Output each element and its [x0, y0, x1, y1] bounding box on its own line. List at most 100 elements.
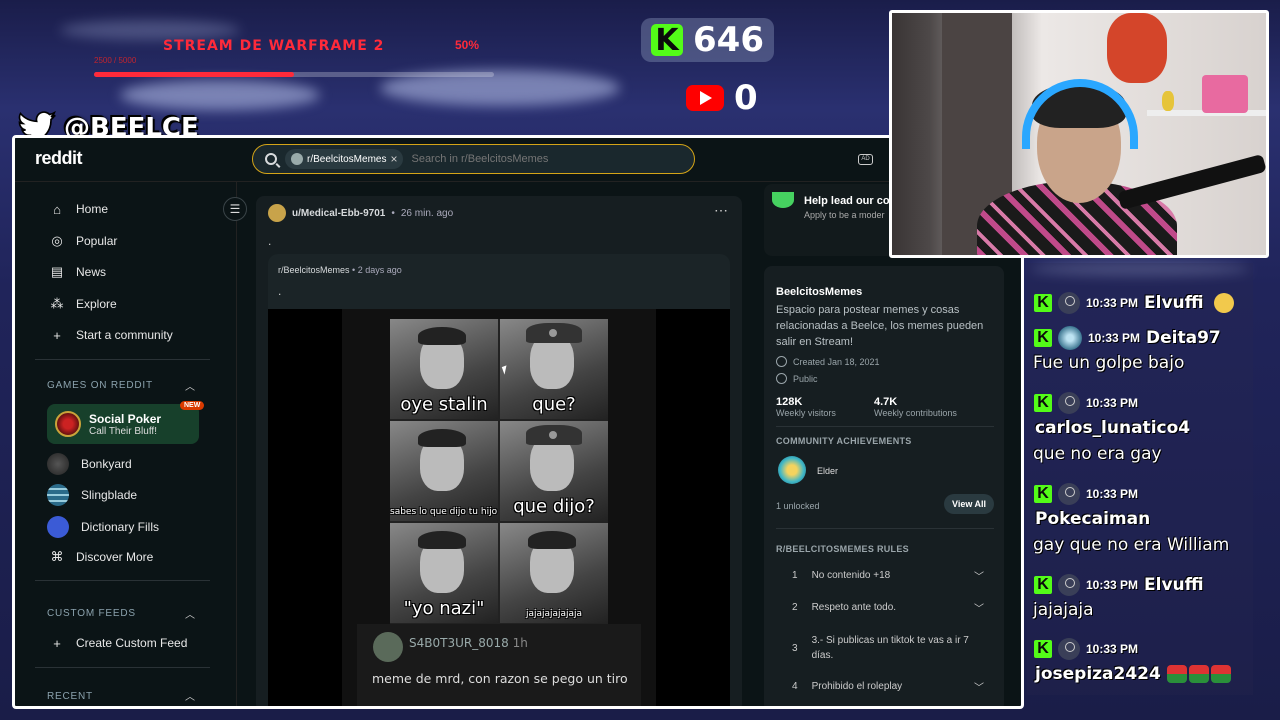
meme-comment: S4B0T3UR_8018 1h meme de mrd, con razon … [357, 624, 641, 706]
user-icon [1058, 638, 1080, 660]
kick-icon: K [1034, 329, 1052, 347]
games-section-header[interactable]: GAMES ON REDDIT [47, 380, 153, 391]
meme-panel: que dijo? [500, 421, 608, 521]
stat-value: 128K [776, 396, 803, 408]
rule-item[interactable]: 3 3.- Si publicas un tiktok te vas a ir 7… [792, 633, 992, 663]
chevron-down-icon[interactable]: ﹀ [974, 600, 984, 615]
meme-caption: que? [532, 394, 576, 415]
rule-number: 2 [792, 602, 798, 613]
chat-text: Fue un golpe bajo [1033, 353, 1185, 373]
crosspost-time: 2 days ago [357, 265, 402, 275]
kick-icon: K [1034, 640, 1052, 658]
cake-icon [776, 356, 787, 367]
post-time: 26 min. ago [400, 207, 454, 219]
view-all-button[interactable]: View All [944, 494, 995, 514]
comment-author: S4B0T3UR_8018 1h [409, 636, 528, 650]
post-card[interactable]: u/Medical-Ebb-9701 • 26 min. ago ⋯ . r/B… [256, 196, 742, 706]
advertise-icon[interactable]: AD [858, 154, 873, 165]
bonkyard-icon [47, 453, 69, 475]
youtube-icon [686, 85, 724, 111]
achievements-unlocked: 1 unlocked [776, 501, 820, 511]
chevron-down-icon[interactable]: ﹀ [974, 679, 984, 694]
create-custom-feed[interactable]: + Create Custom Feed [50, 636, 187, 651]
game-label: Bonkyard [81, 457, 132, 471]
chip-label: r/BeelcitosMemes [307, 153, 387, 165]
shield-icon [772, 192, 794, 208]
more-options-icon[interactable]: ⋯ [714, 202, 728, 219]
bg-cloud [120, 80, 320, 110]
divider [35, 580, 210, 581]
kick-icon: K [1034, 394, 1052, 412]
chat-user-line: josepiza2424 [1027, 664, 1252, 684]
sidebar-item-label: Popular [76, 234, 118, 248]
recent-header[interactable]: RECENT [47, 691, 93, 702]
sidebar-game-slingblade[interactable]: Slingblade [47, 484, 137, 506]
rule-number: 1 [792, 570, 798, 581]
collapse-sidebar-button[interactable]: ☰ [223, 197, 247, 221]
sidebar-item-popular[interactable]: ◎ Popular [50, 233, 118, 248]
subreddit-search-chip[interactable]: r/BeelcitosMemes × [285, 149, 404, 169]
plus-icon: + [53, 327, 61, 343]
avatar [1058, 326, 1082, 350]
crosspost-body: . [278, 284, 282, 298]
news-icon: ▤ [50, 264, 64, 279]
promo-subtitle: Apply to be a moder [804, 210, 885, 220]
reddit-logo[interactable]: reddit [35, 148, 83, 169]
rule-text: Respeto ante todo. [811, 602, 897, 613]
chat-text: jajajaja [1033, 600, 1094, 620]
meme-caption: jajajajajajaja [525, 609, 583, 619]
chevron-up-icon[interactable]: ︿ [185, 606, 195, 621]
sidebar-item-home[interactable]: ⌂ Home [50, 201, 108, 217]
chat-text: gay que no era William [1033, 535, 1230, 555]
sidebar-item-explore[interactable]: ⁂ Explore [50, 296, 117, 311]
crosspost-card[interactable]: r/BeelcitosMemes • 2 days ago . oye stal… [268, 254, 730, 706]
crosspost-header: r/BeelcitosMemes • 2 days ago [278, 265, 402, 275]
post-media[interactable]: oye stalin que? sabes lo que dijo tu hij… [268, 309, 730, 706]
chat-time: 10:33 PM [1086, 642, 1139, 656]
meme-caption: oye stalin [400, 394, 488, 415]
chat-time: 10:33 PM [1088, 331, 1141, 345]
user-icon [1058, 392, 1080, 414]
user-icon [1058, 483, 1080, 505]
separator-dot: • [391, 207, 395, 219]
sidebar-game-dictionary-fills[interactable]: Dictionary Fills [47, 516, 159, 538]
home-icon: ⌂ [53, 201, 61, 217]
close-icon[interactable]: × [390, 152, 397, 166]
game-label: Slingblade [81, 488, 138, 502]
rule-item[interactable]: 2 Respeto ante todo. [792, 602, 896, 613]
youtube-count: 0 [734, 78, 758, 118]
kick-icon: K [1034, 485, 1052, 503]
chat-message: K 10:33 PM Elvuffi [1027, 288, 1252, 318]
subreddit-avatar [291, 153, 303, 165]
sidebar-game-bonkyard[interactable]: Bonkyard [47, 453, 132, 475]
achievements-header: COMMUNITY ACHIEVEMENTS [776, 436, 912, 446]
webcam-figure [1162, 91, 1174, 111]
chat-time: 10:33 PM [1086, 396, 1139, 410]
avatar[interactable] [268, 204, 286, 222]
chevron-up-icon[interactable]: ︿ [185, 688, 195, 703]
search-input[interactable] [411, 153, 672, 165]
chevron-down-icon[interactable]: ﹀ [974, 568, 984, 583]
featured-game-social-poker[interactable]: Social Poker Call Their Bluff! [47, 404, 199, 444]
rule-text: 3.- Si publicas un tiktok te vas a ir 7 … [811, 635, 969, 661]
social-poker-icon [55, 411, 81, 437]
custom-feeds-header[interactable]: CUSTOM FEEDS [47, 608, 136, 619]
kick-icon: K [1034, 294, 1052, 312]
sidebar-item-news[interactable]: ▤ News [50, 264, 106, 279]
post-author[interactable]: u/Medical-Ebb-9701 [292, 208, 385, 219]
globe-icon [776, 373, 787, 384]
chevron-up-icon[interactable]: ︿ [185, 378, 195, 393]
divider [35, 359, 210, 360]
new-badge: NEW [180, 401, 205, 410]
rule-item[interactable]: 4 Prohibido el roleplay [792, 681, 902, 692]
rule-item[interactable]: 1 No contenido +18 [792, 570, 890, 581]
sidebar-item-start-community[interactable]: + Start a community [50, 327, 173, 343]
rule-text: Prohibido el roleplay [811, 681, 903, 692]
chat-time: 10:33 PM [1086, 578, 1139, 592]
visibility: Public [776, 373, 818, 384]
media-frame: oye stalin que? sabes lo que dijo tu hij… [342, 309, 656, 706]
crosspost-subreddit[interactable]: r/BeelcitosMemes [278, 265, 350, 275]
sidebar-discover-more[interactable]: ⌘ Discover More [50, 549, 154, 564]
meme-panel: sabes lo que dijo tu hijo al nacer? [390, 421, 498, 521]
search-bar[interactable]: r/BeelcitosMemes × [252, 144, 695, 174]
